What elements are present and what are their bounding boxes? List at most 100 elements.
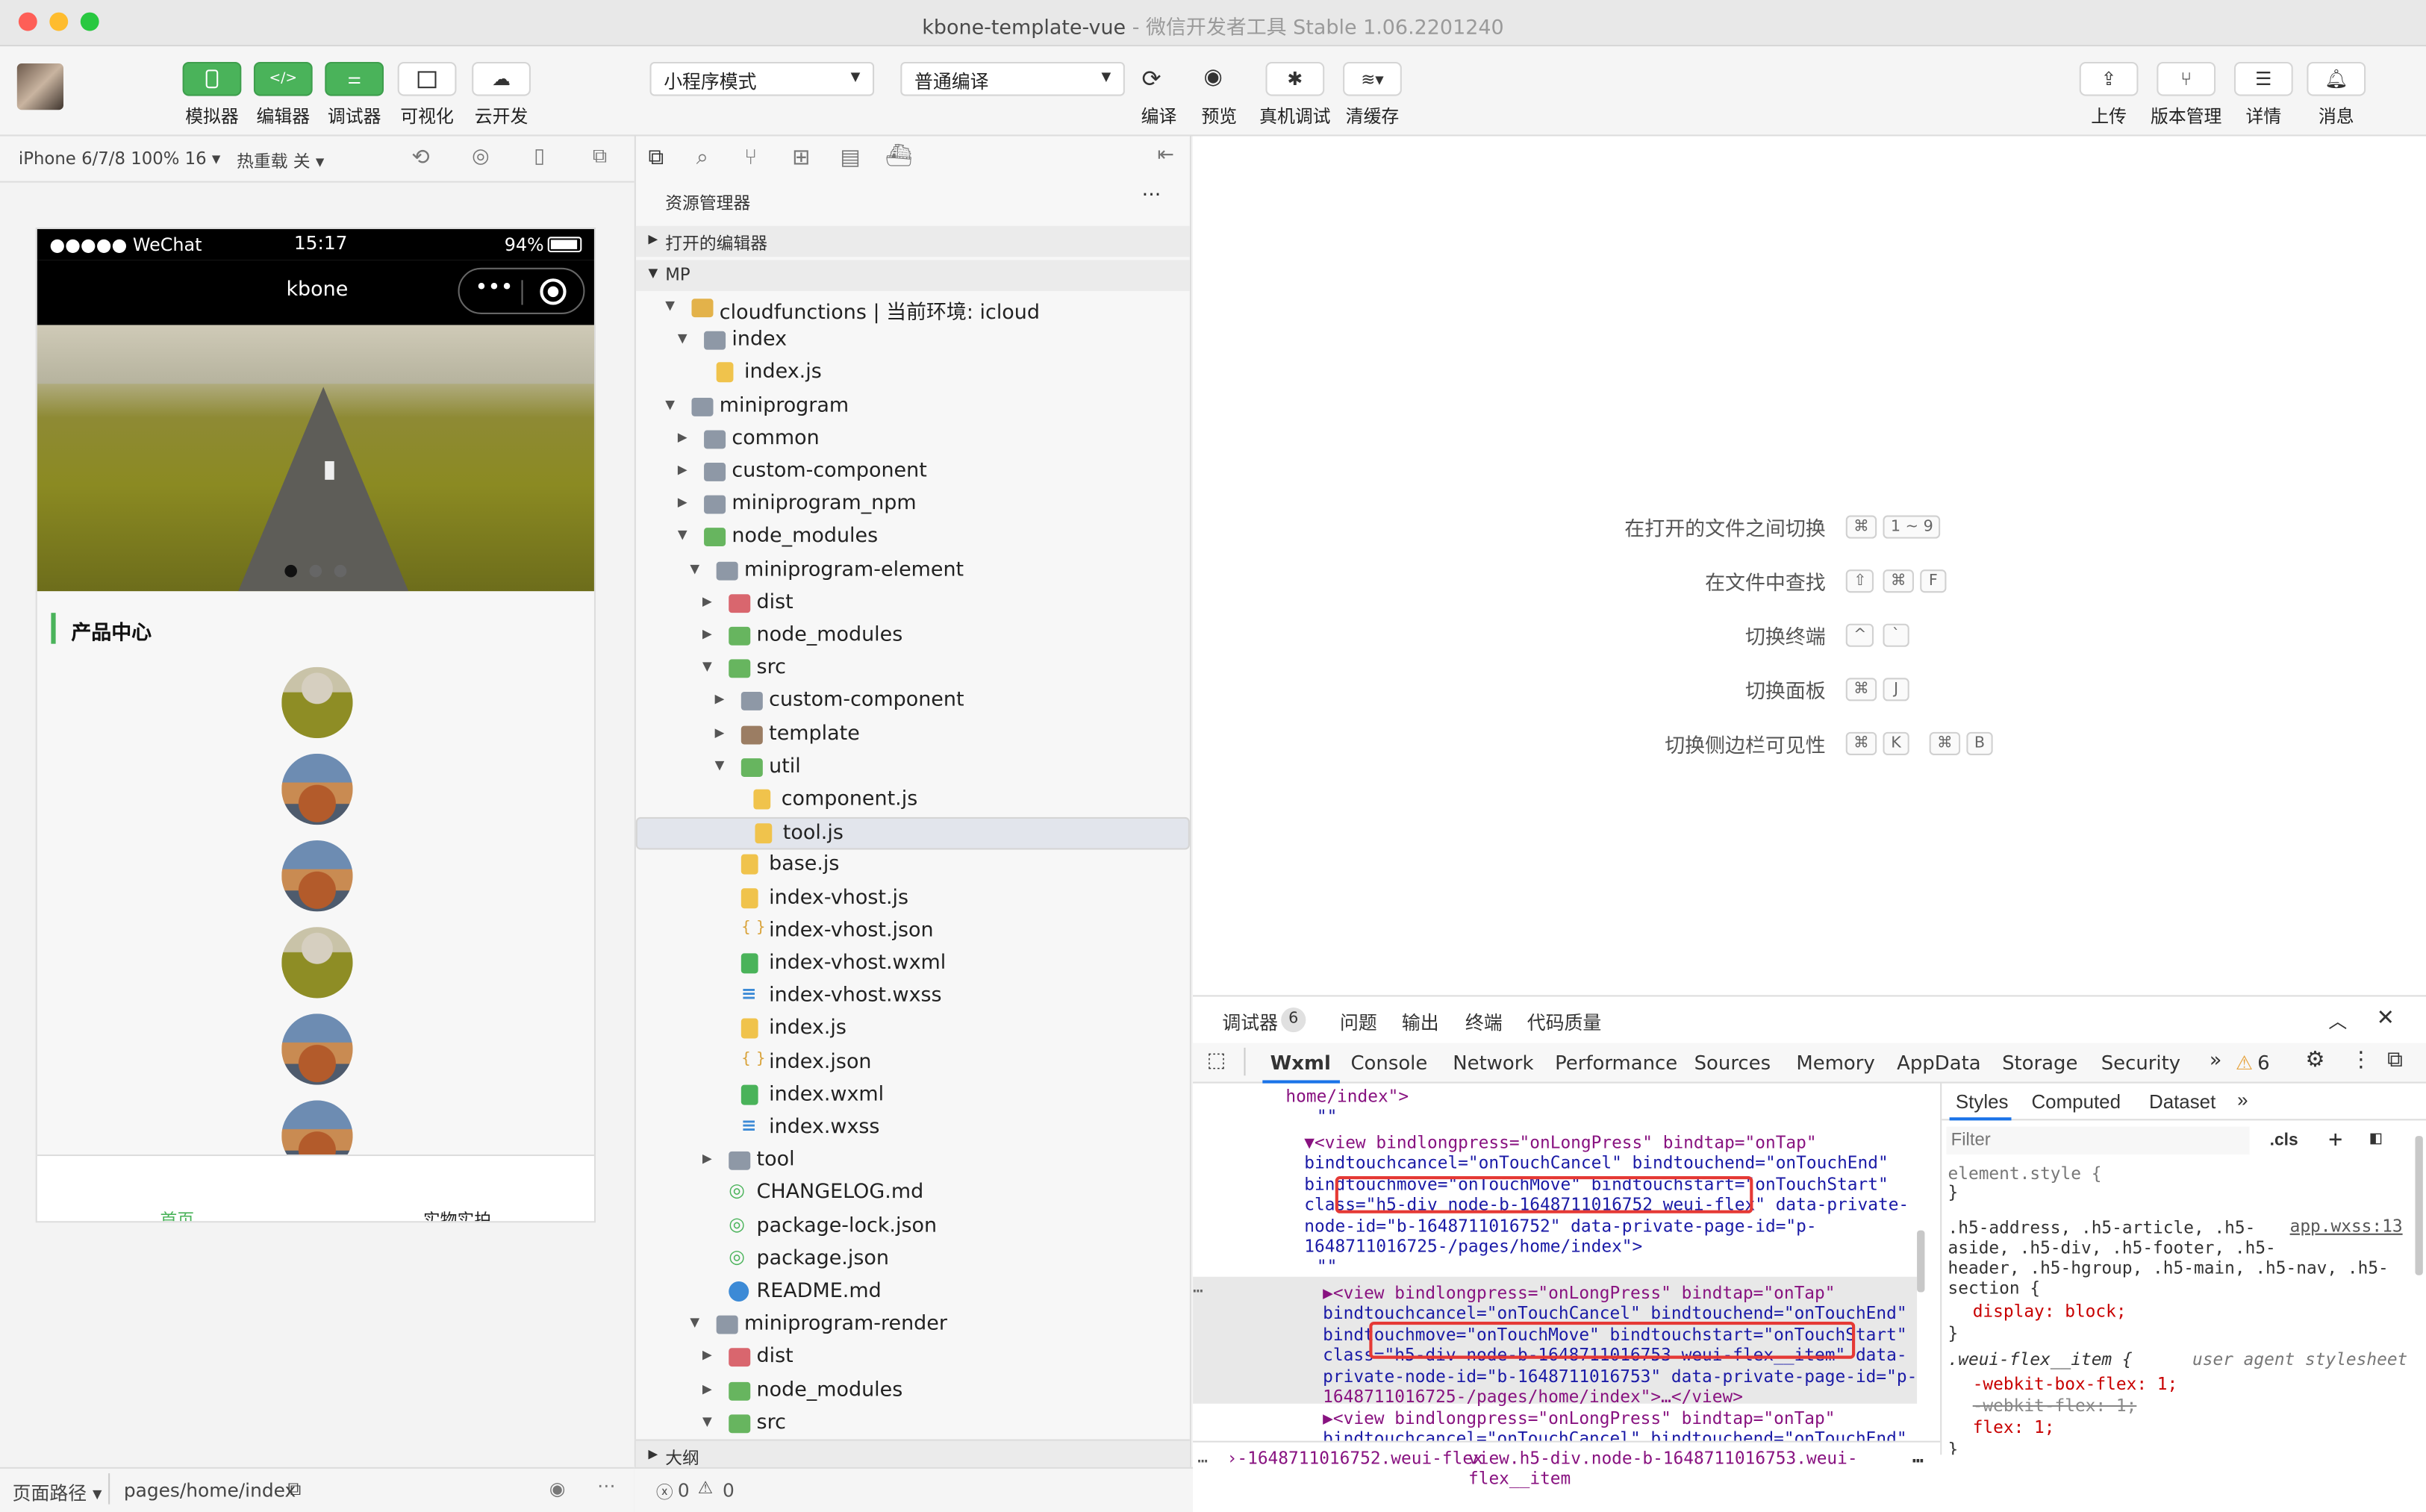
product-image[interactable] <box>281 840 353 912</box>
chevron-down-icon[interactable]: ▼ <box>702 660 712 674</box>
tab-computed[interactable]: Computed <box>2031 1091 2121 1113</box>
device-select[interactable]: iPhone 6/7/8 100% 16 ▾ <box>19 149 221 169</box>
chevron-right-icon[interactable]: ▶ <box>678 496 687 510</box>
warning-icon[interactable]: ⚠ <box>2236 1051 2253 1074</box>
wxml-tree[interactable]: home/index"> "" ▼<view bindlongpress="onLo… <box>1193 1084 1926 1455</box>
tree-item[interactable]: ◎ package.json <box>636 1244 1190 1277</box>
tree-item[interactable]: ▼ cloudfunctions | 当前环境: icloud <box>636 293 1190 325</box>
version-button[interactable]: ⑂ <box>2157 61 2216 96</box>
tab-performance[interactable]: Performance <box>1555 1051 1677 1074</box>
search-icon[interactable]: ⌕ <box>696 146 708 170</box>
wxml-line[interactable]: ▶<view bindlongpress="onLongPress" bindt… <box>1323 1408 1835 1429</box>
git-icon[interactable]: ⑂ <box>744 146 757 170</box>
carousel-dot-active[interactable] <box>284 564 297 578</box>
tab-appdata[interactable]: AppData <box>1897 1051 1981 1074</box>
tree-item[interactable]: { } index-vhost.json <box>636 916 1190 949</box>
tab-memory[interactable]: Memory <box>1796 1051 1874 1074</box>
error-icon[interactable]: ⓧ <box>656 1479 673 1504</box>
product-image[interactable] <box>281 927 353 999</box>
tree-item[interactable]: ▶ custom-component <box>636 686 1190 719</box>
eye-icon[interactable]: ◉ <box>549 1478 566 1499</box>
chevron-down-icon[interactable]: ▼ <box>665 397 675 411</box>
chevron-right-icon[interactable]: ▶ <box>678 463 687 477</box>
chevron-down-icon[interactable]: ▼ <box>678 331 687 346</box>
chevron-down-icon[interactable]: ▼ <box>665 299 675 313</box>
inspect-icon[interactable]: ⬚ <box>1207 1049 1226 1072</box>
cloud-button[interactable]: ☁ <box>472 61 531 96</box>
product-image[interactable] <box>281 753 353 825</box>
page-path-select[interactable]: 页面路径 ▾ <box>13 1479 102 1505</box>
extensions-icon[interactable]: ⊞ <box>792 146 810 170</box>
editor-toggle[interactable]: </> <box>253 61 313 96</box>
tab-home[interactable]: 首页 <box>37 1207 317 1222</box>
toggle-sidebar-icon[interactable]: ◧ <box>2370 1127 2381 1149</box>
visual-button[interactable] <box>397 61 457 96</box>
wxml-line[interactable]: ▶<view bindlongpress="onLongPress" bindt… <box>1323 1283 1835 1304</box>
wxml-line[interactable]: node-id="b-1648711016752" data-private-p… <box>1304 1216 1816 1237</box>
tree-item[interactable]: index.wxml <box>636 1080 1190 1113</box>
remote-debug-button[interactable]: ✱ <box>1265 61 1325 96</box>
popout-icon[interactable]: ⧉ <box>593 146 607 169</box>
tab-styles[interactable]: Styles <box>1956 1091 2009 1113</box>
tree-item[interactable]: index.js <box>636 1014 1190 1047</box>
tree-item[interactable]: ◎ CHANGELOG.md <box>636 1178 1190 1211</box>
hot-reload-select[interactable]: 热重载 关 ▾ <box>237 149 324 173</box>
chevron-right-icon[interactable]: ▶ <box>702 1381 712 1396</box>
copy-icon[interactable]: ⧉ <box>288 1478 302 1501</box>
debugger-toggle[interactable]: ⚌ <box>325 61 384 96</box>
tree-item[interactable]: tool.js <box>635 817 1190 850</box>
tree-item[interactable]: ▶ node_modules <box>636 621 1190 654</box>
wxml-line[interactable]: "" <box>1317 1107 1337 1128</box>
tree-item[interactable]: index.js <box>636 358 1190 391</box>
kebab-icon[interactable]: ⋮ <box>2350 1048 2372 1072</box>
tree-item[interactable]: ▼ util <box>636 752 1190 784</box>
tab-storage[interactable]: Storage <box>2002 1051 2077 1074</box>
warning-icon[interactable]: ⚠ <box>698 1478 713 1498</box>
cls-button[interactable]: .cls <box>2270 1131 2298 1150</box>
tab-code-quality[interactable]: 代码质量 <box>1527 1009 1602 1035</box>
tree-item[interactable]: ▶ dist <box>636 1343 1190 1375</box>
compile-select[interactable]: 普通编译 ▼ <box>900 61 1125 96</box>
upload-button[interactable]: ⇪ <box>2079 61 2139 96</box>
styles-filter-input[interactable] <box>1946 1126 2250 1155</box>
mp-root-header[interactable]: ▼ MP <box>635 260 1190 291</box>
tree-item[interactable]: component.js <box>636 784 1190 817</box>
scrollbar[interactable] <box>2415 1136 2423 1275</box>
tab-dataset[interactable]: Dataset <box>2149 1091 2215 1113</box>
tab-wxml[interactable]: Wxml <box>1270 1051 1331 1074</box>
chevron-right-icon[interactable]: ▶ <box>715 725 725 740</box>
more-icon[interactable]: ⋯ <box>597 1475 616 1496</box>
banner-image[interactable] <box>37 325 594 592</box>
clear-cache-button[interactable]: ≋▾ <box>1343 61 1402 96</box>
open-editors-header[interactable]: ▶ 打开的编辑器 <box>635 225 1190 257</box>
docker-icon[interactable]: ⛴ <box>885 144 913 169</box>
messages-button[interactable]: 🔔︎ <box>2307 61 2366 96</box>
style-source-link[interactable]: app.wxss:13 <box>2290 1216 2403 1237</box>
tab-security[interactable]: Security <box>2101 1051 2180 1074</box>
wxml-line[interactable]: home/index"> <box>1285 1087 1409 1108</box>
more-dots-icon[interactable]: ••• <box>475 275 513 300</box>
tree-item[interactable]: ▼ src <box>636 1408 1190 1441</box>
tree-item[interactable]: README.md <box>636 1277 1190 1310</box>
tab-sources[interactable]: Sources <box>1694 1051 1771 1074</box>
tree-item[interactable]: ▶ common <box>636 424 1190 457</box>
tab-problems[interactable]: 问题 <box>1340 1009 1377 1035</box>
save-icon[interactable]: ▤ <box>840 146 860 170</box>
chevron-right-icon[interactable]: ▶ <box>702 1152 712 1166</box>
gear-icon[interactable]: ⚙ <box>2305 1048 2324 1072</box>
refresh-icon[interactable]: ⟳ <box>1142 65 1161 93</box>
wxml-line[interactable]: "" <box>1317 1257 1337 1278</box>
breadcrumb-item-active[interactable]: view.h5-div.node-b-1648711016753.weui-fl… <box>1468 1449 1940 1489</box>
dock-icon[interactable]: ⧉ <box>2387 1048 2403 1072</box>
more-tabs-button[interactable]: » <box>2210 1049 2222 1072</box>
tab-terminal[interactable]: 终端 <box>1465 1009 1503 1035</box>
tree-item[interactable]: ▼ miniprogram-element <box>636 555 1190 588</box>
details-button[interactable]: ☰ <box>2233 61 2293 96</box>
tree-item[interactable]: ▶ template <box>636 719 1190 752</box>
tab-network[interactable]: Network <box>1453 1051 1533 1074</box>
breadcrumb-item[interactable]: ›-1648711016752.weui-flex <box>1227 1449 1483 1469</box>
more-icon[interactable]: … <box>1912 1446 1924 1467</box>
collapse-panel-icon[interactable]: ⇤ <box>1157 144 1174 167</box>
chevron-right-icon[interactable]: ▶ <box>702 627 712 641</box>
tree-item[interactable]: ▶ dist <box>636 588 1190 621</box>
